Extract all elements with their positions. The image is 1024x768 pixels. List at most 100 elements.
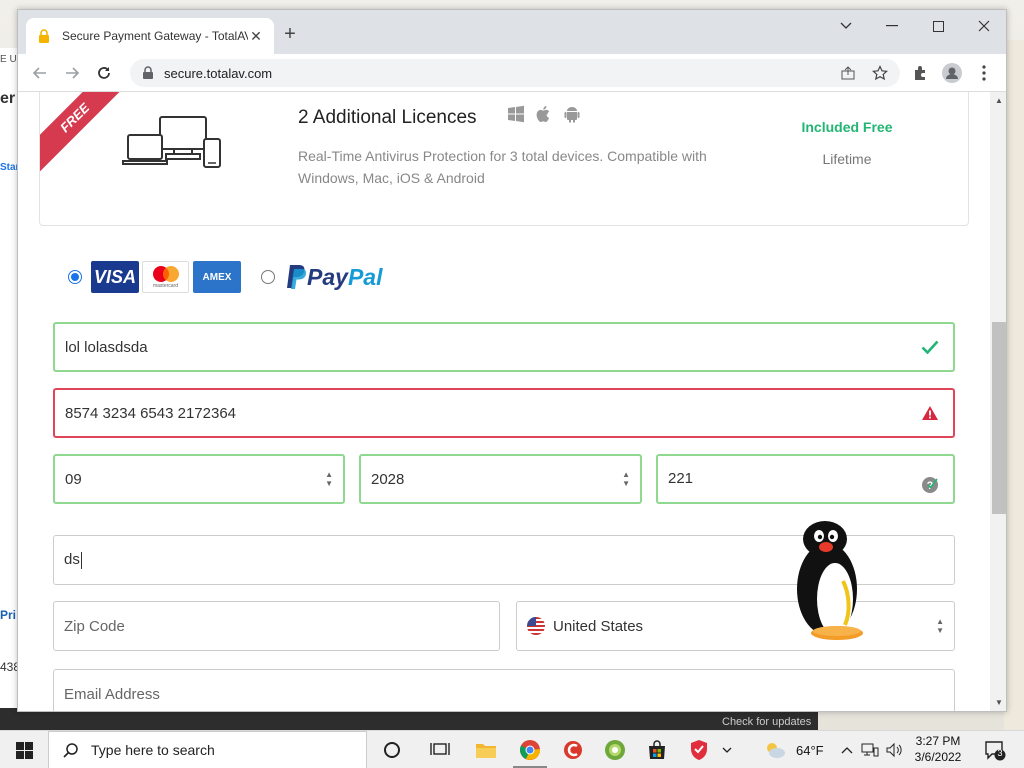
lock-icon: [143, 66, 153, 79]
start-button[interactable]: [0, 731, 48, 768]
scrollbar-thumb[interactable]: [992, 322, 1006, 514]
paypal-p-icon: [287, 265, 307, 289]
devices-icon: [122, 116, 221, 168]
cvv-info-icon: ?: [917, 476, 943, 494]
address-bar: secure.totalav.com: [18, 54, 1006, 92]
url-field[interactable]: secure.totalav.com: [130, 59, 900, 87]
window-close-icon[interactable]: [961, 10, 1006, 42]
checkmark-icon: [917, 340, 943, 354]
background-window-right: [1004, 40, 1024, 730]
select-arrows-icon: ▲ ▼: [622, 470, 630, 488]
product-description: Real-Time Antivirus Protection for 3 tot…: [298, 148, 707, 186]
zip-code-field[interactable]: Zip Code: [53, 601, 500, 651]
background-text: E U: [0, 54, 17, 65]
penguin-sticker: [797, 521, 863, 640]
tray-chevron-up-icon[interactable]: [838, 738, 856, 762]
star-icon[interactable]: [870, 63, 890, 83]
chrome-icon[interactable]: [518, 738, 542, 762]
country-select[interactable]: United States ▲ ▼: [516, 601, 955, 651]
profile-icon[interactable]: [942, 63, 962, 83]
weather-temperature[interactable]: 64°F: [796, 743, 824, 758]
extension-puzzle-icon[interactable]: [910, 63, 930, 83]
page-scrollbar[interactable]: ▲ ▼: [990, 92, 1006, 711]
taskbar-search-input[interactable]: Type here to search: [48, 731, 367, 768]
cardholder-name-field[interactable]: lol lolasdsda: [53, 322, 955, 372]
product-title: 2 Additional Licences: [298, 107, 477, 128]
show-hidden-icons-icon[interactable]: [720, 738, 734, 762]
mastercard-logo: mastercard: [142, 261, 189, 293]
antivirus-shield-icon[interactable]: [687, 738, 711, 762]
forward-arrow-icon[interactable]: [62, 63, 82, 83]
price-label: Included Free: [801, 119, 893, 135]
country-value: United States: [553, 617, 644, 635]
reload-icon[interactable]: [94, 63, 114, 83]
expiry-year-value: 2028: [371, 470, 405, 488]
select-arrows-icon: ▲ ▼: [325, 470, 333, 488]
close-icon[interactable]: ✕: [248, 28, 264, 45]
amex-logo: AMEX: [193, 261, 241, 293]
expiry-month-select[interactable]: 09 ▲ ▼: [53, 454, 345, 504]
payment-method-selector: VISA mastercard AMEX Pay Pal: [68, 260, 382, 294]
tab-secure-payment[interactable]: Secure Payment Gateway - TotalAV ✕: [26, 18, 274, 54]
url-text: secure.totalav.com: [164, 65, 273, 81]
network-icon[interactable]: [860, 738, 880, 762]
taskbar: Type here to search 64°F 3:27 PM 3/6/202…: [0, 730, 1024, 768]
us-flag-icon: [527, 617, 545, 635]
green-app-icon[interactable]: [603, 738, 627, 762]
share-icon[interactable]: [838, 63, 858, 83]
notification-count: 3: [997, 748, 1003, 758]
maximize-icon[interactable]: [915, 10, 961, 42]
chevron-down-icon[interactable]: [823, 10, 869, 42]
background-text: Pri: [0, 608, 17, 622]
cardholder-name-value: lol lolasdsda: [65, 338, 148, 356]
task-view-cortana-icon[interactable]: [380, 738, 404, 762]
text-caret: [80, 551, 82, 569]
windows-start-icon: [15, 741, 33, 759]
card-radio[interactable]: [68, 270, 82, 284]
system-clock[interactable]: 3:27 PM 3/6/2022: [900, 733, 976, 765]
back-arrow-icon[interactable]: [30, 63, 50, 83]
visa-logo: VISA: [91, 261, 139, 293]
term-label: Lifetime: [822, 151, 872, 167]
mastercard-text: mastercard: [152, 283, 178, 289]
select-arrows-icon: ▲ ▼: [936, 617, 944, 635]
taskbar-search-placeholder: Type here to search: [91, 742, 215, 758]
windows-icon: [508, 105, 524, 123]
background-text: er: [0, 90, 16, 107]
lock-icon: [39, 29, 49, 43]
apple-icon: [536, 106, 550, 122]
store-icon[interactable]: [645, 738, 669, 762]
ccleaner-icon[interactable]: [561, 738, 585, 762]
paypal-text-b: Pal: [347, 263, 383, 290]
os-icons: [507, 105, 581, 123]
tab-title: Secure Payment Gateway - TotalAV: [62, 29, 248, 43]
search-icon: [63, 743, 78, 758]
paypal-logo[interactable]: Pay Pal: [285, 264, 382, 291]
product-card: FREE 2 Additional Licences Real-Time Ant…: [39, 92, 969, 226]
free-ribbon: FREE: [40, 92, 131, 174]
email-field[interactable]: Email Address: [53, 669, 955, 711]
clock-time: 3:27 PM: [915, 734, 961, 748]
file-explorer-icon[interactable]: [474, 738, 498, 762]
cvv-value: 221: [668, 470, 694, 487]
scroll-down-arrow-icon[interactable]: ▼: [994, 698, 1004, 707]
cvv-field[interactable]: 221 ?: [656, 454, 955, 504]
notifications-button[interactable]: 3: [984, 739, 1006, 761]
warning-icon: [917, 405, 943, 421]
task-view-icon[interactable]: [428, 738, 452, 762]
weather-cloud-icon[interactable]: [763, 738, 787, 762]
card-number-value: 8574 3234 6543 2172364: [65, 404, 237, 422]
paypal-radio[interactable]: [261, 270, 275, 284]
scroll-up-arrow-icon[interactable]: ▲: [994, 96, 1004, 105]
plus-icon[interactable]: +: [280, 24, 300, 44]
expiry-year-select[interactable]: 2028 ▲ ▼: [359, 454, 642, 504]
check-updates-text: Check for updates: [722, 716, 812, 728]
minimize-icon[interactable]: [869, 10, 915, 42]
expiry-month-value: 09: [65, 470, 82, 488]
paypal-text-a: Pay: [307, 263, 348, 290]
clock-date: 3/6/2022: [914, 750, 962, 764]
android-icon: [564, 107, 580, 123]
card-number-field[interactable]: 8574 3234 6543 2172364: [53, 388, 955, 438]
kebab-menu-icon[interactable]: [974, 63, 994, 83]
zip-code-placeholder: Zip Code: [64, 617, 125, 635]
